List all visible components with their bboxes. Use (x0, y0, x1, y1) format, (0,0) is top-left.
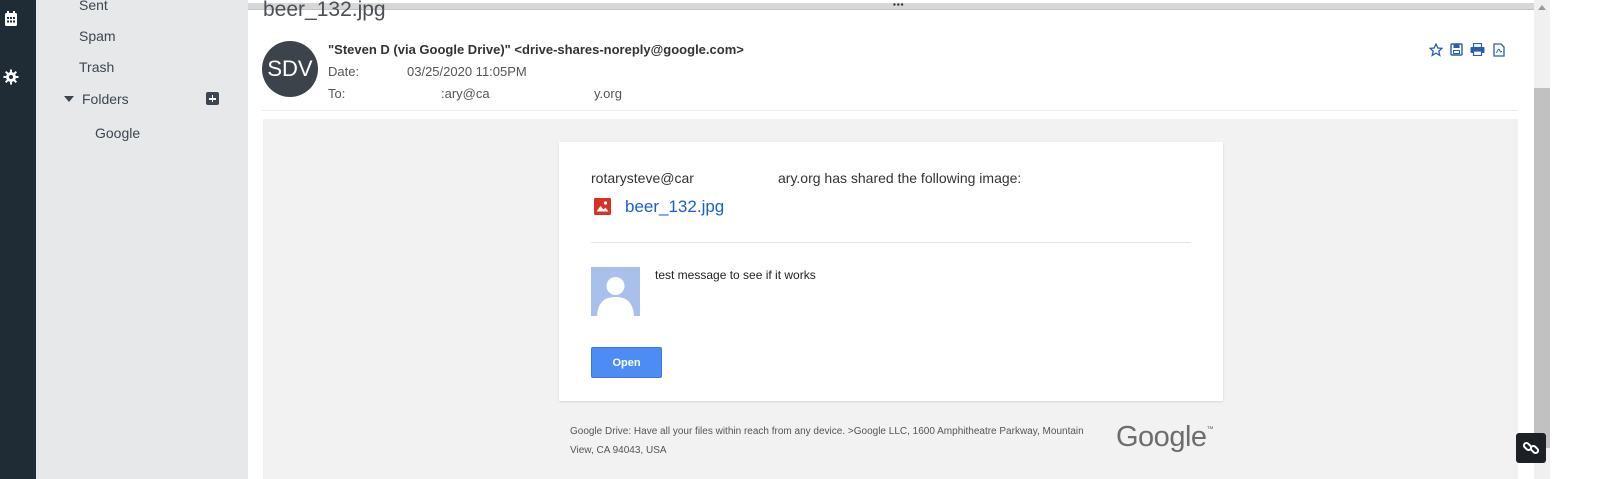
reading-pane: ▪▪▪ beer_132.jpg SDV "Steven D (via Goog… (248, 0, 1534, 479)
shared-file-link[interactable]: beer_132.jpg (625, 197, 724, 217)
sidebar-item-sent[interactable]: Sent (79, 0, 108, 13)
sidebar-item-spam[interactable]: Spam (79, 28, 116, 44)
share-text-part1: rotarysteve@car (591, 170, 694, 186)
share-text-part2: ary.org has shared the following image: (778, 170, 1022, 186)
folders-label: Folders (82, 91, 129, 107)
scroll-up-arrow-icon[interactable] (1538, 5, 1546, 10)
sidebar-item-trash[interactable]: Trash (79, 59, 114, 75)
to-value-part1[interactable]: :ary@ca (441, 86, 490, 101)
pdf-icon[interactable] (1491, 42, 1506, 57)
drive-footer-text: Google Drive: Have all your files within… (570, 426, 1084, 456)
card-divider (591, 242, 1191, 243)
sidebar-item-google[interactable]: Google (95, 125, 140, 141)
mail-app: Sent Spam Trash Folders Google ▪▪▪ beer_… (0, 0, 1600, 479)
share-text: rotarysteve@car ary.org has shared the f… (591, 170, 1021, 186)
message-subject: beer_132.jpg (263, 0, 386, 21)
star-icon[interactable] (1428, 42, 1443, 57)
image-file-icon[interactable] (594, 198, 611, 215)
pane-splitter[interactable] (248, 3, 1534, 10)
date-value: 03/25/2020 11:05PM (407, 64, 527, 79)
open-button[interactable]: Open (591, 347, 662, 378)
folder-sidebar: Sent Spam Trash Folders Google (36, 0, 248, 479)
caret-down-icon[interactable] (64, 96, 74, 102)
message-actions (1428, 42, 1506, 57)
share-card: rotarysteve@car ary.org has shared the f… (559, 142, 1223, 401)
message-body: rotarysteve@car ary.org has shared the f… (263, 119, 1518, 479)
message-from[interactable]: "Steven D (via Google Drive)" <drive-sha… (328, 42, 744, 57)
google-logo-text: Google (1116, 421, 1207, 453)
scrollbar-thumb[interactable] (1534, 88, 1550, 448)
to-value-part2[interactable]: y.org (594, 86, 622, 101)
calendar-icon[interactable] (0, 8, 22, 30)
date-label: Date: (328, 64, 360, 79)
trademark-mark: ™ (1206, 426, 1214, 433)
sidebar-item-folders[interactable]: Folders (64, 91, 129, 107)
app-rail (0, 0, 36, 479)
google-logo: Google™ (1116, 421, 1213, 454)
sender-avatar: SDV (262, 41, 318, 97)
header-divider (262, 110, 1518, 111)
share-note: test message to see if it works (655, 268, 816, 282)
gear-icon[interactable] (0, 66, 22, 88)
save-icon[interactable] (1449, 42, 1464, 57)
sender-profile-picture (591, 267, 640, 316)
print-icon[interactable] (1470, 42, 1485, 57)
to-label: To: (328, 86, 346, 101)
window-edge (1550, 0, 1600, 479)
link-icon[interactable] (1516, 433, 1546, 463)
splitter-grip-icon[interactable]: ▪▪▪ (893, 1, 905, 9)
add-folder-icon[interactable] (206, 92, 219, 105)
